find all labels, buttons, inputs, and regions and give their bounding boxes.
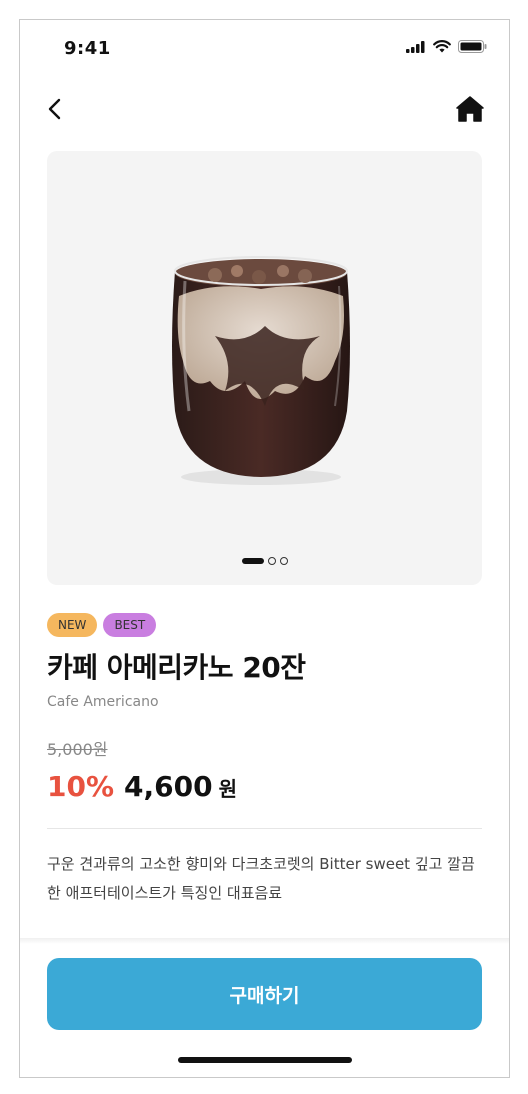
product-image-carousel[interactable] xyxy=(47,151,482,585)
battery-icon xyxy=(458,40,487,53)
chevron-left-icon[interactable] xyxy=(42,94,70,124)
currency-unit: 원 xyxy=(218,777,238,801)
price-row: 10% 4,600 원 xyxy=(47,770,237,803)
carousel-dot-active[interactable] xyxy=(241,558,264,564)
bottom-bar-shadow xyxy=(20,938,509,944)
product-subtitle: Cafe Americano xyxy=(47,694,159,710)
product-image xyxy=(172,256,350,485)
divider xyxy=(47,828,482,829)
product-description: 구운 견과류의 고소한 향미와 다크초코렛의 Bitter sweet 깊고 깔… xyxy=(47,855,475,902)
status-time: 9:41 xyxy=(64,38,111,59)
phone-frame: 9:41 NEW BEST 카페 아메리카노 20잔 Cafe American… xyxy=(19,19,510,1078)
badge-new: NEW xyxy=(47,613,98,637)
product-badges: NEW BEST xyxy=(47,613,157,637)
home-icon[interactable] xyxy=(455,94,485,124)
discount-rate: 10% xyxy=(47,770,115,803)
product-title: 카페 아메리카노 20잔 xyxy=(47,651,306,684)
signal-icon xyxy=(406,40,425,53)
status-icons xyxy=(406,40,487,53)
carousel-dot[interactable] xyxy=(279,557,288,565)
badge-best: BEST xyxy=(103,613,157,637)
nav-bar xyxy=(20,90,509,130)
buy-button[interactable]: 구매하기 xyxy=(47,958,482,1030)
carousel-indicator xyxy=(47,557,482,565)
wifi-icon xyxy=(433,40,451,53)
sale-price: 4,600 xyxy=(124,770,213,803)
home-indicator[interactable] xyxy=(178,1057,352,1063)
original-price: 5,000원 xyxy=(47,740,108,759)
status-bar: 9:41 xyxy=(20,20,509,76)
carousel-dot[interactable] xyxy=(267,557,276,565)
